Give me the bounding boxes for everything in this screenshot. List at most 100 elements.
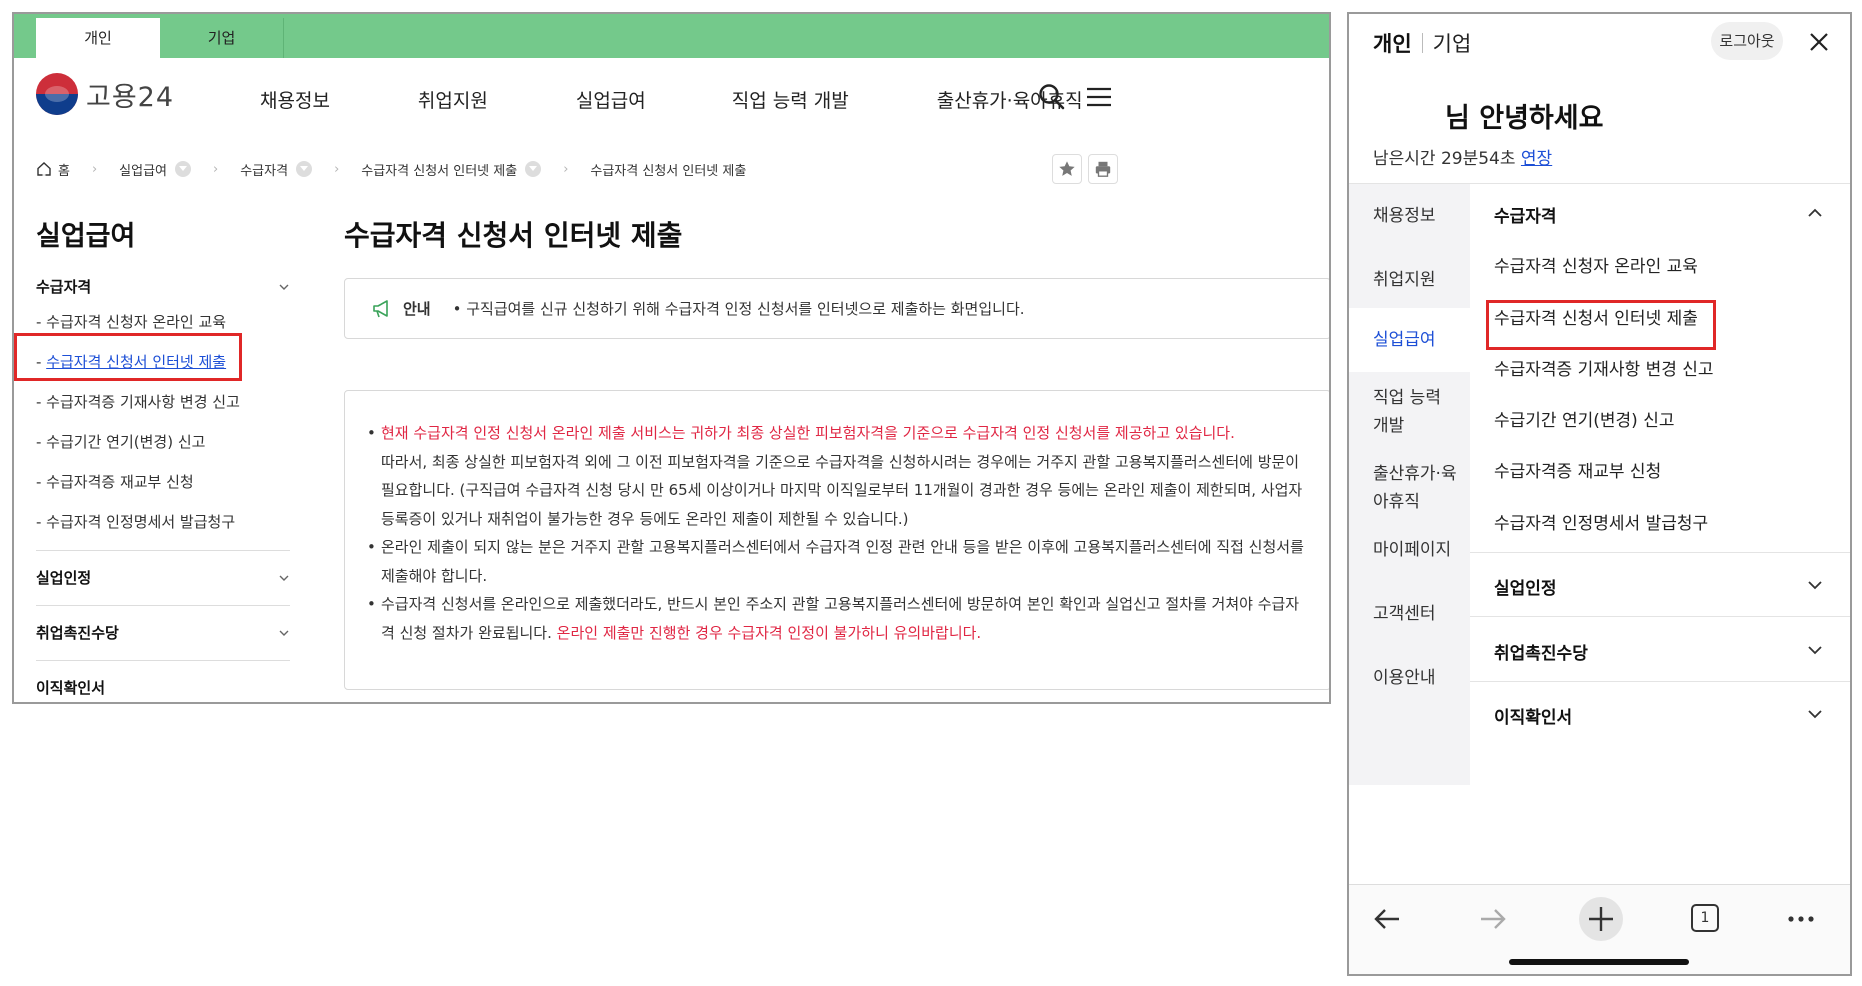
more-icon[interactable] [1785,903,1817,935]
chevron-up-icon[interactable] [1806,204,1824,222]
mobile-nav-maternity-leave[interactable]: 출산휴가·육 아휴직 [1349,460,1457,516]
session-timer: 남은시간 29분54초 연장 [1373,149,1553,169]
home-icon [37,162,51,176]
breadcrumb-item[interactable]: 수급자격 [240,160,313,179]
mobile-nav-jobs[interactable]: 채용정보 [1349,202,1436,230]
megaphone-icon [373,299,388,317]
guide-paragraph: 따라서, 최종 상실한 피보험자격 외에 그 이전 피보험자격을 기준으로 수급… [381,452,1303,528]
guide-paragraph: 온라인 제출이 되지 않는 분은 거주지 관할 고용복지플러스센터에서 수급자격… [367,533,1308,590]
mobile-sub-group-eligibility[interactable]: 수급자격 [1494,202,1557,227]
chevron-right-icon: › [213,161,219,177]
dropdown-icon[interactable] [175,161,192,177]
guide-paragraph: 현재 수급자격 인정 신청서 온라인 제출 서비스는 귀하가 최종 상실한 피보… [367,419,1308,448]
chevron-right-icon: › [334,161,340,177]
highlight-box [14,333,242,381]
divider [1470,552,1850,553]
chevron-right-icon: › [91,161,98,177]
side-title: 실업급여 [36,221,136,252]
chevron-down-icon[interactable] [1806,576,1824,594]
chevron-right-icon: › [563,161,569,177]
mobile-sub-group-unemployment-recognition[interactable]: 실업인정 [1494,574,1557,599]
lnb-group-reemployment-allowance[interactable]: 취업촉진수당 [36,605,290,660]
dropdown-icon[interactable] [525,161,542,177]
menu-icon[interactable] [1084,82,1114,112]
chevron-down-icon[interactable] [1806,705,1824,723]
breadcrumb: 홈 › 실업급여 › 수급자격 › 수급자격 신청서 인터넷 제출 › 수급자격… [36,158,768,180]
lnb-group-separation-certificate[interactable]: 이직확인서 [36,660,290,702]
logout-button[interactable]: 로그아웃 [1711,22,1783,60]
audience-tab-bar: 개인 기업 [14,14,1329,58]
divider [1470,681,1850,682]
guide-content: 현재 수급자격 인정 신청서 온라인 제출 서비스는 귀하가 최종 상실한 피보… [344,390,1329,690]
tab-personal[interactable]: 개인 [36,18,160,58]
mobile-audience-tabs: 개인 기업 [1373,28,1471,58]
highlight-box [1486,300,1716,350]
favorite-button[interactable] [1052,154,1082,184]
breadcrumb-item[interactable]: 실업급여 [119,160,192,179]
mobile-sub-nav: 수급자격 수급자격 신청자 온라인 교육 수급자격 신청서 인터넷 제출 수급자… [1470,183,1850,728]
lnb-group-eligibility[interactable]: 수급자격 [36,276,290,297]
breadcrumb-home[interactable]: 홈 [36,160,70,179]
chevron-down-icon [279,575,289,581]
mobile-sub-item[interactable]: 수급기간 연기(변경) 신고 [1494,406,1674,431]
gnb-item-job-skills[interactable]: 직업 능력 개발 [732,86,849,113]
mobile-sub-group-separation-certificate[interactable]: 이직확인서 [1494,703,1572,728]
close-icon[interactable] [1807,30,1831,54]
mobile-menu-header: 개인 기업 로그아웃 님 안녕하세요 남은시간 29분54초 연장 [1349,14,1850,184]
star-icon [1059,161,1075,176]
lnb-item[interactable]: - 수급자격 신청자 온라인 교육 [36,311,290,332]
page-title: 수급자격 신청서 인터넷 제출 [344,219,683,252]
mobile-main-nav: 채용정보 취업지원 실업급여 직업 능력 개발 출산휴가·육 아휴직 마이페이지… [1349,183,1470,785]
mobile-nav-guide[interactable]: 이용안내 [1349,664,1436,692]
mobile-sub-group-reemployment-allowance[interactable]: 취업촉진수당 [1494,639,1588,664]
mobile-window: 개인 기업 로그아웃 님 안녕하세요 남은시간 29분54초 연장 채용정보 취… [1347,12,1852,976]
new-tab-button[interactable] [1579,897,1623,941]
site-logo[interactable]: 고용24 [36,73,174,115]
desktop-window: 개인 기업 고용24 채용정보 취업지원 실업급여 직업 능력 개발 출산휴가·… [12,12,1331,704]
plus-icon [1589,907,1613,931]
printer-icon [1095,161,1111,177]
mobile-sub-item[interactable]: 수급자격 인정명세서 발급청구 [1494,509,1708,534]
mobile-sub-item[interactable]: 수급자격증 기재사항 변경 신고 [1494,355,1714,380]
lnb-item[interactable]: - 수급기간 연기(변경) 신고 [36,431,290,452]
mobile-nav-job-skills[interactable]: 직업 능력 개발 [1349,384,1441,440]
divider [1470,616,1850,617]
mobile-sub-item[interactable]: 수급자격 신청자 온라인 교육 [1494,252,1698,277]
forward-arrow-icon[interactable] [1477,903,1509,935]
gnb-item-jobs[interactable]: 채용정보 [260,86,330,113]
lnb-item[interactable]: - 수급자격증 재교부 신청 [36,471,290,492]
home-indicator [1509,959,1689,965]
mobile-nav-customer-center[interactable]: 고객센터 [1349,600,1436,628]
gnb-item-employment-support[interactable]: 취업지원 [418,86,488,113]
taegeuk-logo-icon [36,73,78,115]
logo-text: 고용24 [86,81,175,113]
greeting: 님 안녕하세요 [1445,103,1604,134]
back-arrow-icon[interactable] [1371,903,1403,935]
print-button[interactable] [1088,154,1118,184]
tab-company[interactable]: 기업 [160,18,284,58]
extend-session-link[interactable]: 연장 [1521,149,1552,169]
mobile-nav-mypage[interactable]: 마이페이지 [1349,536,1451,564]
site-header: 고용24 채용정보 취업지원 실업급여 직업 능력 개발 출산휴가·육아휴직 [14,58,1329,138]
tab-company[interactable]: 기업 [1433,28,1472,58]
mobile-sub-item[interactable]: 수급자격증 재교부 신청 [1494,457,1661,482]
notice-box: 안내 • 구직급여를 신규 신청하기 위해 수급자격 인정 신청서를 인터넷으로… [344,278,1329,339]
search-icon[interactable] [1037,82,1067,112]
notice-label: 안내 [403,300,431,318]
lnb-item[interactable]: - 수급자격증 기재사항 변경 신고 [36,391,290,412]
notice-text: • 구직급여를 신규 신청하기 위해 수급자격 인정 신청서를 인터넷으로 제출… [452,300,1025,318]
mobile-nav-employment-support[interactable]: 취업지원 [1349,266,1436,294]
breadcrumb-item[interactable]: 수급자격 신청서 인터넷 제출 [361,160,542,179]
tab-personal[interactable]: 개인 [1373,28,1412,58]
divider [1421,33,1423,53]
mobile-nav-unemployment-benefit[interactable]: 실업급여 [1349,308,1470,372]
chevron-down-icon[interactable] [1806,641,1824,659]
lnb-group-unemployment-recognition[interactable]: 실업인정 [36,550,290,605]
chevron-down-icon [279,284,289,290]
guide-paragraph: 수급자격 신청서를 온라인으로 제출했더라도, 반드시 본인 주소지 관할 고용… [367,590,1308,647]
tab-switcher-button[interactable]: 1 [1691,904,1719,932]
breadcrumb-current: 수급자격 신청서 인터넷 제출 [590,163,747,179]
gnb-item-unemployment-benefit[interactable]: 실업급여 [576,86,646,113]
dropdown-icon[interactable] [296,161,313,177]
lnb-item[interactable]: - 수급자격 인정명세서 발급청구 [36,511,290,532]
